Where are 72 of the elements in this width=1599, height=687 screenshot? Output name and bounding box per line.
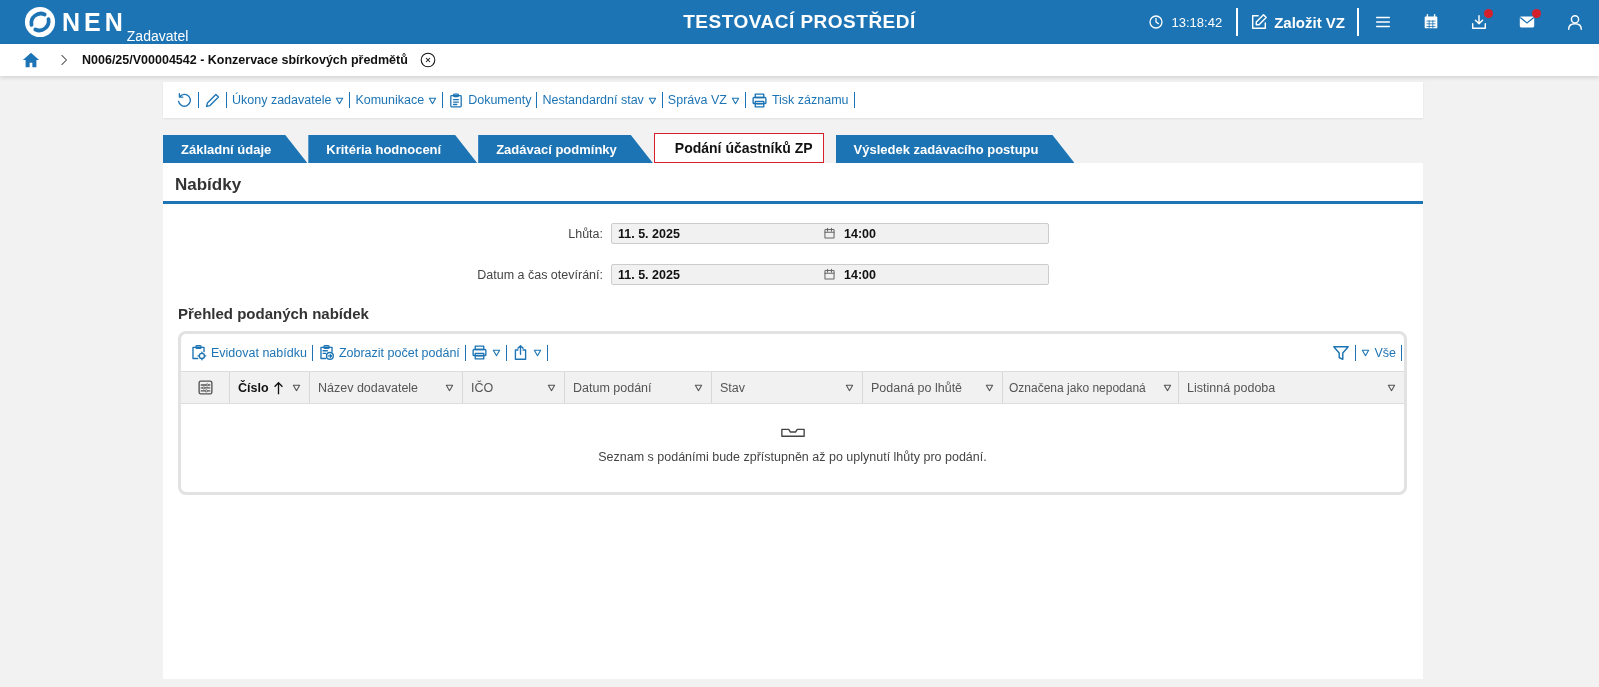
logo-text: NEN <box>62 8 127 36</box>
tab[interactable]: Výsledek zadávacího postupu <box>835 135 1075 163</box>
field-label: Lhůta: <box>567 226 603 241</box>
clipboard-icon <box>448 91 465 109</box>
home-icon[interactable] <box>22 51 40 69</box>
tab[interactable]: Kritéria hodnocení <box>308 135 478 163</box>
column-header[interactable]: IČO <box>462 372 564 403</box>
pencil-icon <box>204 91 221 109</box>
printer-icon <box>750 91 768 109</box>
chevron-icon <box>60 54 68 66</box>
caret-icon <box>694 383 703 392</box>
caret-icon <box>491 348 501 357</box>
caret-icon <box>647 95 657 105</box>
toolbar-button[interactable]: Tisk záznamu <box>745 88 854 112</box>
toolbar-button[interactable]: Komunikace <box>350 88 443 112</box>
filter-dropdown[interactable]: Vše <box>1356 340 1401 365</box>
logo-icon <box>24 6 56 38</box>
calendar-icon <box>823 227 836 240</box>
filter-icon <box>1332 343 1351 362</box>
caret-icon <box>1387 383 1396 392</box>
calendar-icon <box>823 268 836 281</box>
toolbar-button[interactable]: Úkony zadavatele <box>227 88 350 112</box>
clipboard-gear-icon <box>190 344 207 361</box>
download-icon <box>1470 13 1488 31</box>
caret-icon <box>292 383 301 392</box>
logo-subtitle: Zadavatel <box>126 28 189 44</box>
grid-action-button[interactable]: Evidovat nabídku <box>185 340 312 365</box>
empty-message: Seznam s podáními bude zpřístupněn až po uplynutí lhůty pro podání. <box>598 450 987 464</box>
grid-title: Přehled podaných nabídek <box>178 305 370 322</box>
date-time-field[interactable]: 11. 5. 2025 14:00 <box>611 264 1049 285</box>
refresh-icon <box>176 91 193 109</box>
grid-action-button[interactable]: Zobrazit počet podání <box>312 340 465 365</box>
column-header[interactable]: Označena jako nepodaná <box>1002 372 1178 403</box>
edit-icon <box>1250 13 1269 31</box>
toolbar-button[interactable]: Správa VZ <box>662 88 745 112</box>
environment-title: TESTOVACÍ PROSTŘEDÍ <box>683 11 916 33</box>
date-time-field[interactable]: 11. 5. 2025 14:00 <box>611 223 1049 244</box>
section-title: Nabídky <box>163 163 1423 204</box>
tab[interactable]: Zadávací podmínky <box>478 135 653 163</box>
tab[interactable]: Základní údaje <box>163 135 308 163</box>
breadcrumb-title[interactable]: N006/25/V00004542 - Konzervace sbírkových předmětů <box>82 53 408 67</box>
column-header[interactable]: Číslo <box>229 372 309 403</box>
caret-icon <box>428 95 438 105</box>
caret-icon <box>985 383 994 392</box>
clock-time: 13:18:42 <box>1171 14 1223 30</box>
caret-icon <box>730 95 740 105</box>
close-button[interactable] <box>419 52 436 68</box>
column-header[interactable]: Datum podání <box>564 372 711 403</box>
toolbar-button[interactable]: Nestandardní stav <box>537 88 662 112</box>
sliders-icon <box>196 379 214 396</box>
caret-icon <box>547 383 556 392</box>
caret-icon <box>1163 383 1172 392</box>
printer-icon <box>470 344 488 361</box>
column-header[interactable]: Název dodavatele <box>309 372 462 403</box>
caret-icon <box>532 348 542 357</box>
empty-tray-icon <box>779 426 806 438</box>
clock-icon <box>1147 14 1164 30</box>
column-header[interactable]: Listinná podoba <box>1178 372 1404 403</box>
tab[interactable]: Podání účastníků ZP <box>653 133 824 163</box>
caret-icon <box>845 383 854 392</box>
sort-arrow-icon <box>272 380 284 395</box>
user-icon <box>1566 13 1584 31</box>
column-header[interactable]: Stav <box>711 372 862 403</box>
create-button[interactable]: Založit VZ <box>1238 7 1357 37</box>
field-label: Datum a čas otevírání: <box>476 267 603 282</box>
toolbar-button[interactable]: Dokumenty <box>443 88 537 112</box>
column-header[interactable]: Podaná po lhůtě <box>862 372 1002 403</box>
caret-icon <box>1361 348 1371 357</box>
clipboard-arrow-icon <box>317 344 335 361</box>
caret-icon <box>445 383 454 392</box>
calendar-icon <box>1422 13 1440 31</box>
caret-icon <box>335 95 345 105</box>
